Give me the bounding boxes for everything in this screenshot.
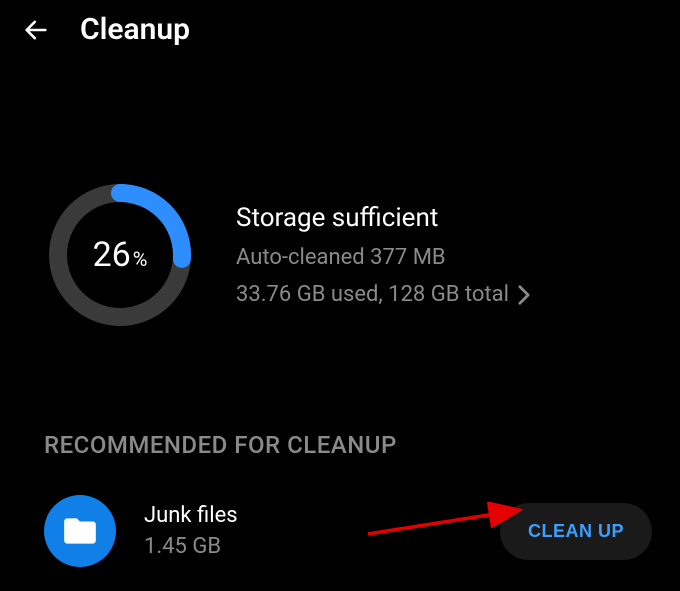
storage-auto-cleaned: Auto-cleaned 377 MB [236,245,531,270]
storage-summary: 26 % Storage sufficient Auto-cleaned 377… [0,59,680,331]
storage-percent: 26 % [93,235,148,275]
chevron-right-icon [517,284,531,306]
header: Cleanup [0,0,680,59]
storage-status: Storage sufficient [236,203,531,233]
recommended-section-header: RECOMMENDED FOR CLEANUP [0,431,680,459]
storage-percent-unit: % [133,247,148,271]
clean-up-button[interactable]: CLEAN UP [500,503,652,560]
junk-files-info: Junk files 1.45 GB [144,503,472,559]
folder-icon [44,495,116,567]
page-title: Cleanup [80,12,190,47]
storage-info: Storage sufficient Auto-cleaned 377 MB 3… [236,203,531,307]
junk-files-title: Junk files [144,503,472,528]
junk-files-row: Junk files 1.45 GB CLEAN UP [0,459,680,567]
storage-ring-chart: 26 % [44,179,196,331]
storage-detail-text: 33.76 GB used, 128 GB total [236,282,509,307]
junk-files-size: 1.45 GB [144,534,472,559]
storage-detail-row[interactable]: 33.76 GB used, 128 GB total [236,282,531,307]
back-arrow-icon[interactable] [20,14,52,46]
storage-percent-value: 26 [93,235,131,275]
